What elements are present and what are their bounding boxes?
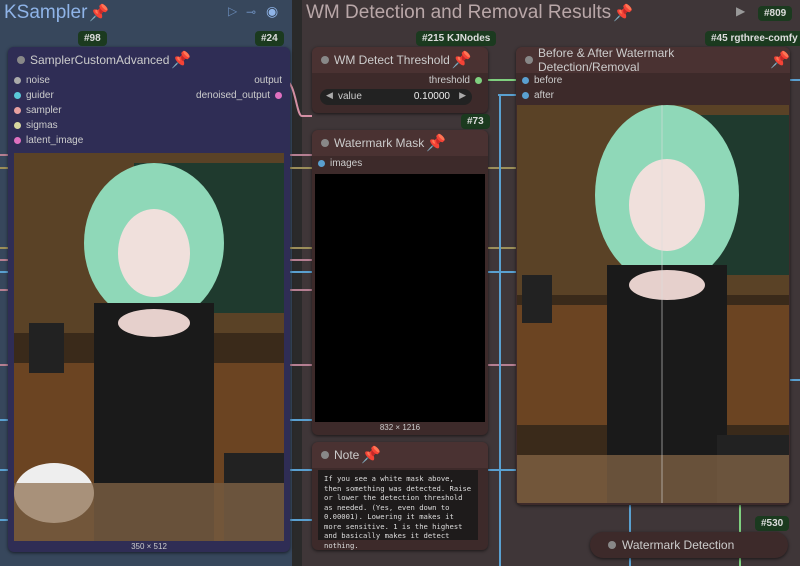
- compare-image[interactable]: [517, 105, 789, 503]
- note-node[interactable]: Note 📌 If you see a white mask above, the…: [312, 442, 488, 550]
- input-after[interactable]: after: [522, 90, 554, 101]
- sampler-image-size: 350 × 512: [131, 542, 167, 551]
- node-badge: #98: [78, 31, 107, 46]
- wm-detect-threshold-node[interactable]: WM Detect Threshold 📌 threshold ◀ value 0…: [312, 47, 488, 113]
- input-latent-image[interactable]: latent_image: [14, 135, 83, 146]
- output-output[interactable]: output: [254, 75, 282, 86]
- input-sampler[interactable]: sampler: [14, 105, 62, 116]
- pin-icon[interactable]: 📌: [361, 445, 381, 465]
- input-before[interactable]: before: [522, 75, 562, 86]
- node-header[interactable]: Before & After Watermark Detection/Remov…: [516, 47, 790, 74]
- node-badge: #530: [755, 516, 790, 531]
- anime-barista-image: [14, 153, 284, 541]
- anime-barista-image: [517, 105, 789, 503]
- node-header[interactable]: Note 📌: [312, 442, 488, 468]
- input-images[interactable]: images: [318, 158, 362, 169]
- pin-icon[interactable]: 📌: [770, 50, 790, 70]
- output-denoised[interactable]: denoised_output: [196, 90, 282, 101]
- node-header[interactable]: Watermark Mask 📌: [312, 130, 488, 156]
- node-header[interactable]: WM Detect Threshold 📌: [312, 47, 488, 73]
- note-textarea[interactable]: If you see a white mask above, then some…: [318, 470, 478, 550]
- node-header[interactable]: Watermark Detection: [590, 532, 788, 558]
- before-after-compare-node[interactable]: Before & After Watermark Detection/Remov…: [516, 47, 790, 505]
- watermark-detection-node[interactable]: Watermark Detection: [590, 532, 788, 558]
- node-badge: #24: [255, 31, 284, 46]
- input-guider[interactable]: guider: [14, 90, 54, 101]
- pin-icon[interactable]: 📌: [426, 133, 446, 153]
- node-badge: #215 KJNodes: [416, 31, 497, 46]
- input-noise[interactable]: noise: [14, 75, 50, 86]
- pin-icon[interactable]: 📌: [452, 50, 472, 70]
- collapse-dot-icon[interactable]: [17, 56, 25, 64]
- collapse-dot-icon[interactable]: [321, 451, 329, 459]
- pin-icon[interactable]: 📌: [171, 50, 191, 70]
- output-threshold[interactable]: threshold: [429, 75, 482, 86]
- collapse-dot-icon[interactable]: [525, 56, 533, 64]
- sampler-preview-image: [14, 153, 284, 541]
- watermark-mask-node[interactable]: Watermark Mask 📌 images 832 × 1216: [312, 130, 488, 435]
- sampler-custom-advanced-node[interactable]: SamplerCustomAdvanced 📌 noise guider samp…: [8, 47, 290, 552]
- collapse-dot-icon[interactable]: [321, 139, 329, 147]
- node-badge: #73: [461, 114, 490, 129]
- mask-image-size: 832 × 1216: [379, 423, 421, 432]
- collapse-dot-icon[interactable]: [321, 56, 329, 64]
- increment-arrow-icon[interactable]: ▶: [459, 90, 466, 101]
- node-header[interactable]: SamplerCustomAdvanced 📌: [8, 47, 290, 73]
- input-sigmas[interactable]: sigmas: [14, 120, 58, 131]
- mask-preview-image: [315, 174, 485, 422]
- node-badge: #45 rgthree-comfy: [705, 31, 800, 46]
- threshold-value-widget[interactable]: ◀ value 0.10000 ▶: [320, 89, 472, 105]
- decrement-arrow-icon[interactable]: ◀: [326, 90, 333, 101]
- collapse-dot-icon[interactable]: [608, 541, 616, 549]
